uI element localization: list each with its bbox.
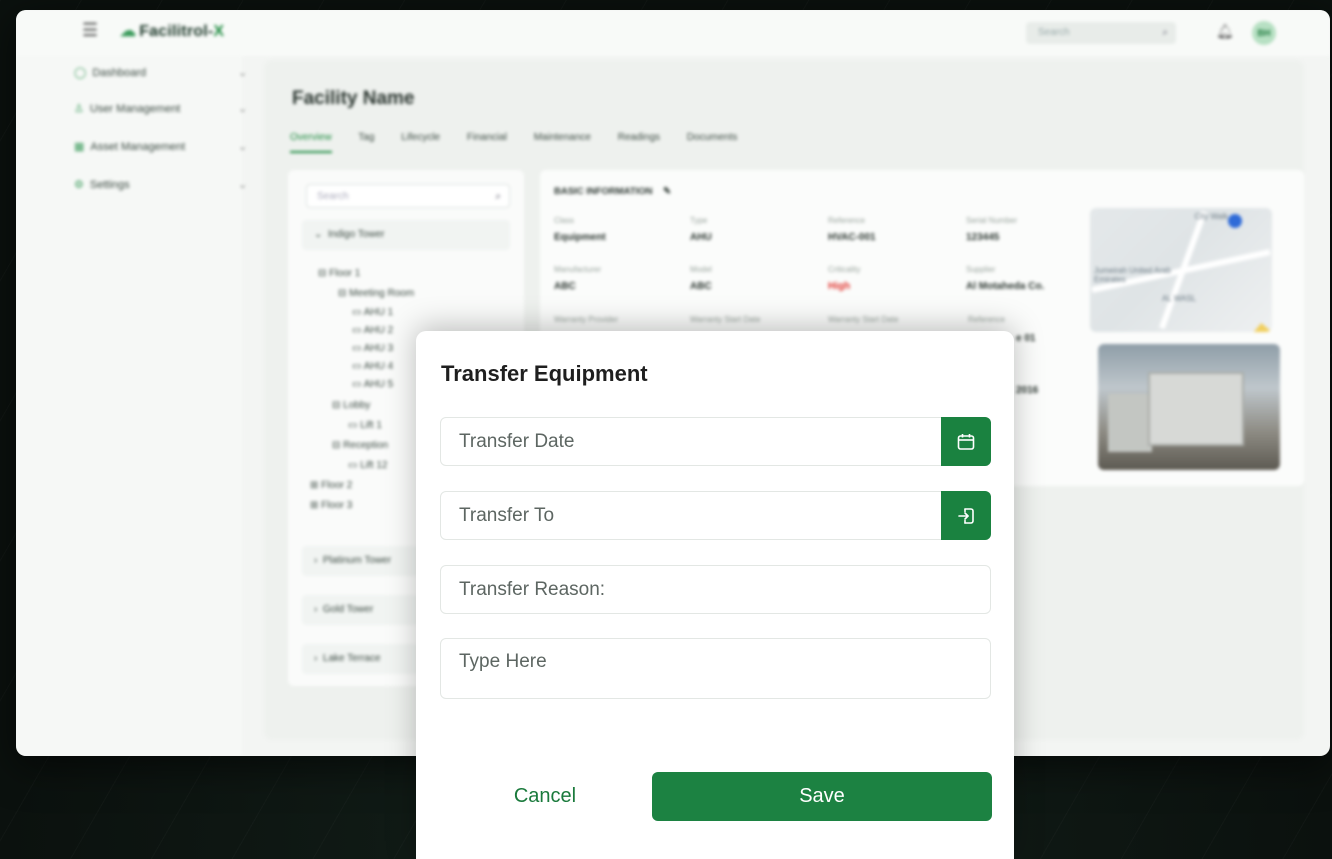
tree-node[interactable]: ▭ AHU 3 — [352, 343, 393, 354]
tree-tower-indigo[interactable]: ⌄ Indigo Tower — [302, 220, 510, 250]
info-value: HVAC-001 — [828, 232, 876, 243]
info-value: e 01 — [1016, 333, 1036, 344]
tab-financial[interactable]: Financial — [467, 132, 507, 143]
chevron-down-icon: ⌄ — [238, 103, 248, 115]
transfer-to-button[interactable] — [941, 491, 991, 540]
info-label: Supplier — [966, 265, 996, 274]
info-label: Type — [690, 216, 708, 225]
dashboard-icon: ◯ — [74, 67, 87, 79]
tree-node[interactable]: ⊟ Reception — [332, 440, 388, 451]
tree-node[interactable]: ▭ AHU 5 — [352, 379, 393, 390]
tab-bar: Overview Tag Lifecycle Financial Mainten… — [290, 132, 761, 153]
transfer-in-icon — [958, 507, 974, 524]
info-value: 123445 — [966, 232, 1000, 243]
info-label: Reference — [968, 315, 1005, 324]
tree-node[interactable]: ▭ AHU 1 — [352, 307, 393, 318]
tree-node[interactable]: ▭ Lift 1 — [348, 420, 382, 431]
info-label: Manufacturer — [554, 265, 602, 274]
type-here-textarea[interactable] — [441, 639, 990, 698]
info-label: Criticality — [828, 265, 861, 274]
basic-info-heading: BASIC INFORMATION ✎ — [554, 186, 672, 197]
modal-title: Transfer Equipment — [441, 361, 648, 386]
info-label: Reference — [828, 216, 865, 225]
info-value: ABC — [554, 281, 576, 292]
tab-maintenance[interactable]: Maintenance — [534, 132, 591, 143]
top-search-input[interactable]: Search ⌕ — [1026, 22, 1176, 44]
transfer-reason-input[interactable] — [441, 566, 990, 613]
transfer-to-field — [440, 491, 991, 540]
info-label: Class — [554, 216, 575, 225]
top-bar: ☰ ☁ Facilitrol-X Search ⌕ 🔔︎ BH — [16, 10, 1330, 56]
chevron-down-icon: ⌄ — [238, 67, 248, 79]
tab-documents[interactable]: Documents — [687, 132, 738, 143]
tree-search-input[interactable]: Search ⌕ — [306, 184, 510, 208]
tree-node[interactable]: ⊞ Floor 2 — [310, 480, 352, 491]
info-label: Warranty Start Date — [828, 315, 899, 324]
calendar-icon — [957, 433, 975, 450]
tree-node[interactable]: ▭ Lift 12 — [348, 460, 387, 471]
sidebar-item-asset-management[interactable]: ▦ Asset Management ⌄ — [74, 140, 247, 153]
tree-node[interactable]: ▭ AHU 4 — [352, 361, 393, 372]
user-icon: ♙ — [74, 103, 84, 115]
chevron-down-icon: ⌄ — [238, 141, 248, 153]
location-map[interactable]: City Walk Jumeirah United Arab Emirates … — [1090, 208, 1272, 332]
sidebar-item-user-management[interactable]: ♙ User Management ⌄ — [74, 102, 247, 115]
bell-icon[interactable]: 🔔︎ — [1216, 23, 1234, 40]
page-title: Facility Name — [292, 88, 415, 109]
sidebar — [16, 56, 242, 756]
tree-node[interactable]: ⊟ Floor 1 — [318, 268, 360, 279]
criticality-value: High — [828, 281, 851, 292]
cancel-button[interactable]: Cancel — [440, 772, 650, 821]
search-icon: ⌕ — [1162, 27, 1168, 38]
tab-overview[interactable]: Overview — [290, 132, 332, 153]
info-value: 2016 — [1016, 385, 1039, 396]
transfer-to-input[interactable] — [441, 492, 990, 539]
info-value: Al Motaheda Co. — [966, 281, 1045, 292]
logo: ☁ Facilitrol-X — [120, 23, 225, 40]
info-value: ABC — [690, 281, 712, 292]
transfer-date-input[interactable] — [441, 418, 990, 465]
transfer-date-field — [440, 417, 991, 466]
grid-icon: ▦ — [74, 141, 85, 153]
gear-icon: ⚙ — [74, 179, 84, 191]
save-button[interactable]: Save — [652, 772, 992, 821]
type-here-field — [440, 638, 991, 699]
tab-readings[interactable]: Readings — [618, 132, 660, 143]
map-pin-icon — [1228, 214, 1242, 228]
transfer-reason-field — [440, 565, 991, 614]
info-value: AHU — [690, 232, 712, 243]
tab-tag[interactable]: Tag — [358, 132, 374, 143]
tree-node[interactable]: ⊞ Floor 3 — [310, 500, 352, 511]
edit-icon[interactable]: ✎ — [663, 186, 671, 197]
info-value: Equipment — [554, 232, 606, 243]
equipment-photo — [1098, 344, 1280, 470]
chevron-down-icon: ⌄ — [238, 179, 248, 191]
sidebar-item-dashboard[interactable]: ◯ Dashboard ⌄ — [74, 66, 247, 79]
menu-icon[interactable]: ☰ — [82, 20, 98, 41]
avatar[interactable]: BH — [1252, 21, 1276, 45]
info-label: Model — [690, 265, 712, 274]
tab-lifecycle[interactable]: Lifecycle — [401, 132, 440, 143]
info-label: Warranty Start Date — [690, 315, 761, 324]
tree-node[interactable]: ⊟ Lobby — [332, 400, 370, 411]
info-label: Serial Number — [966, 216, 1018, 225]
search-icon: ⌕ — [495, 191, 501, 202]
transfer-equipment-modal: Transfer Equipment C — [416, 331, 1014, 859]
tree-node[interactable]: ▭ AHU 2 — [352, 325, 393, 336]
sidebar-item-settings[interactable]: ⚙ Settings ⌄ — [74, 178, 247, 191]
calendar-button[interactable] — [941, 417, 991, 466]
info-label: Warranty Provider — [554, 315, 619, 324]
tree-node[interactable]: ⊟ Meeting Room — [338, 288, 414, 299]
